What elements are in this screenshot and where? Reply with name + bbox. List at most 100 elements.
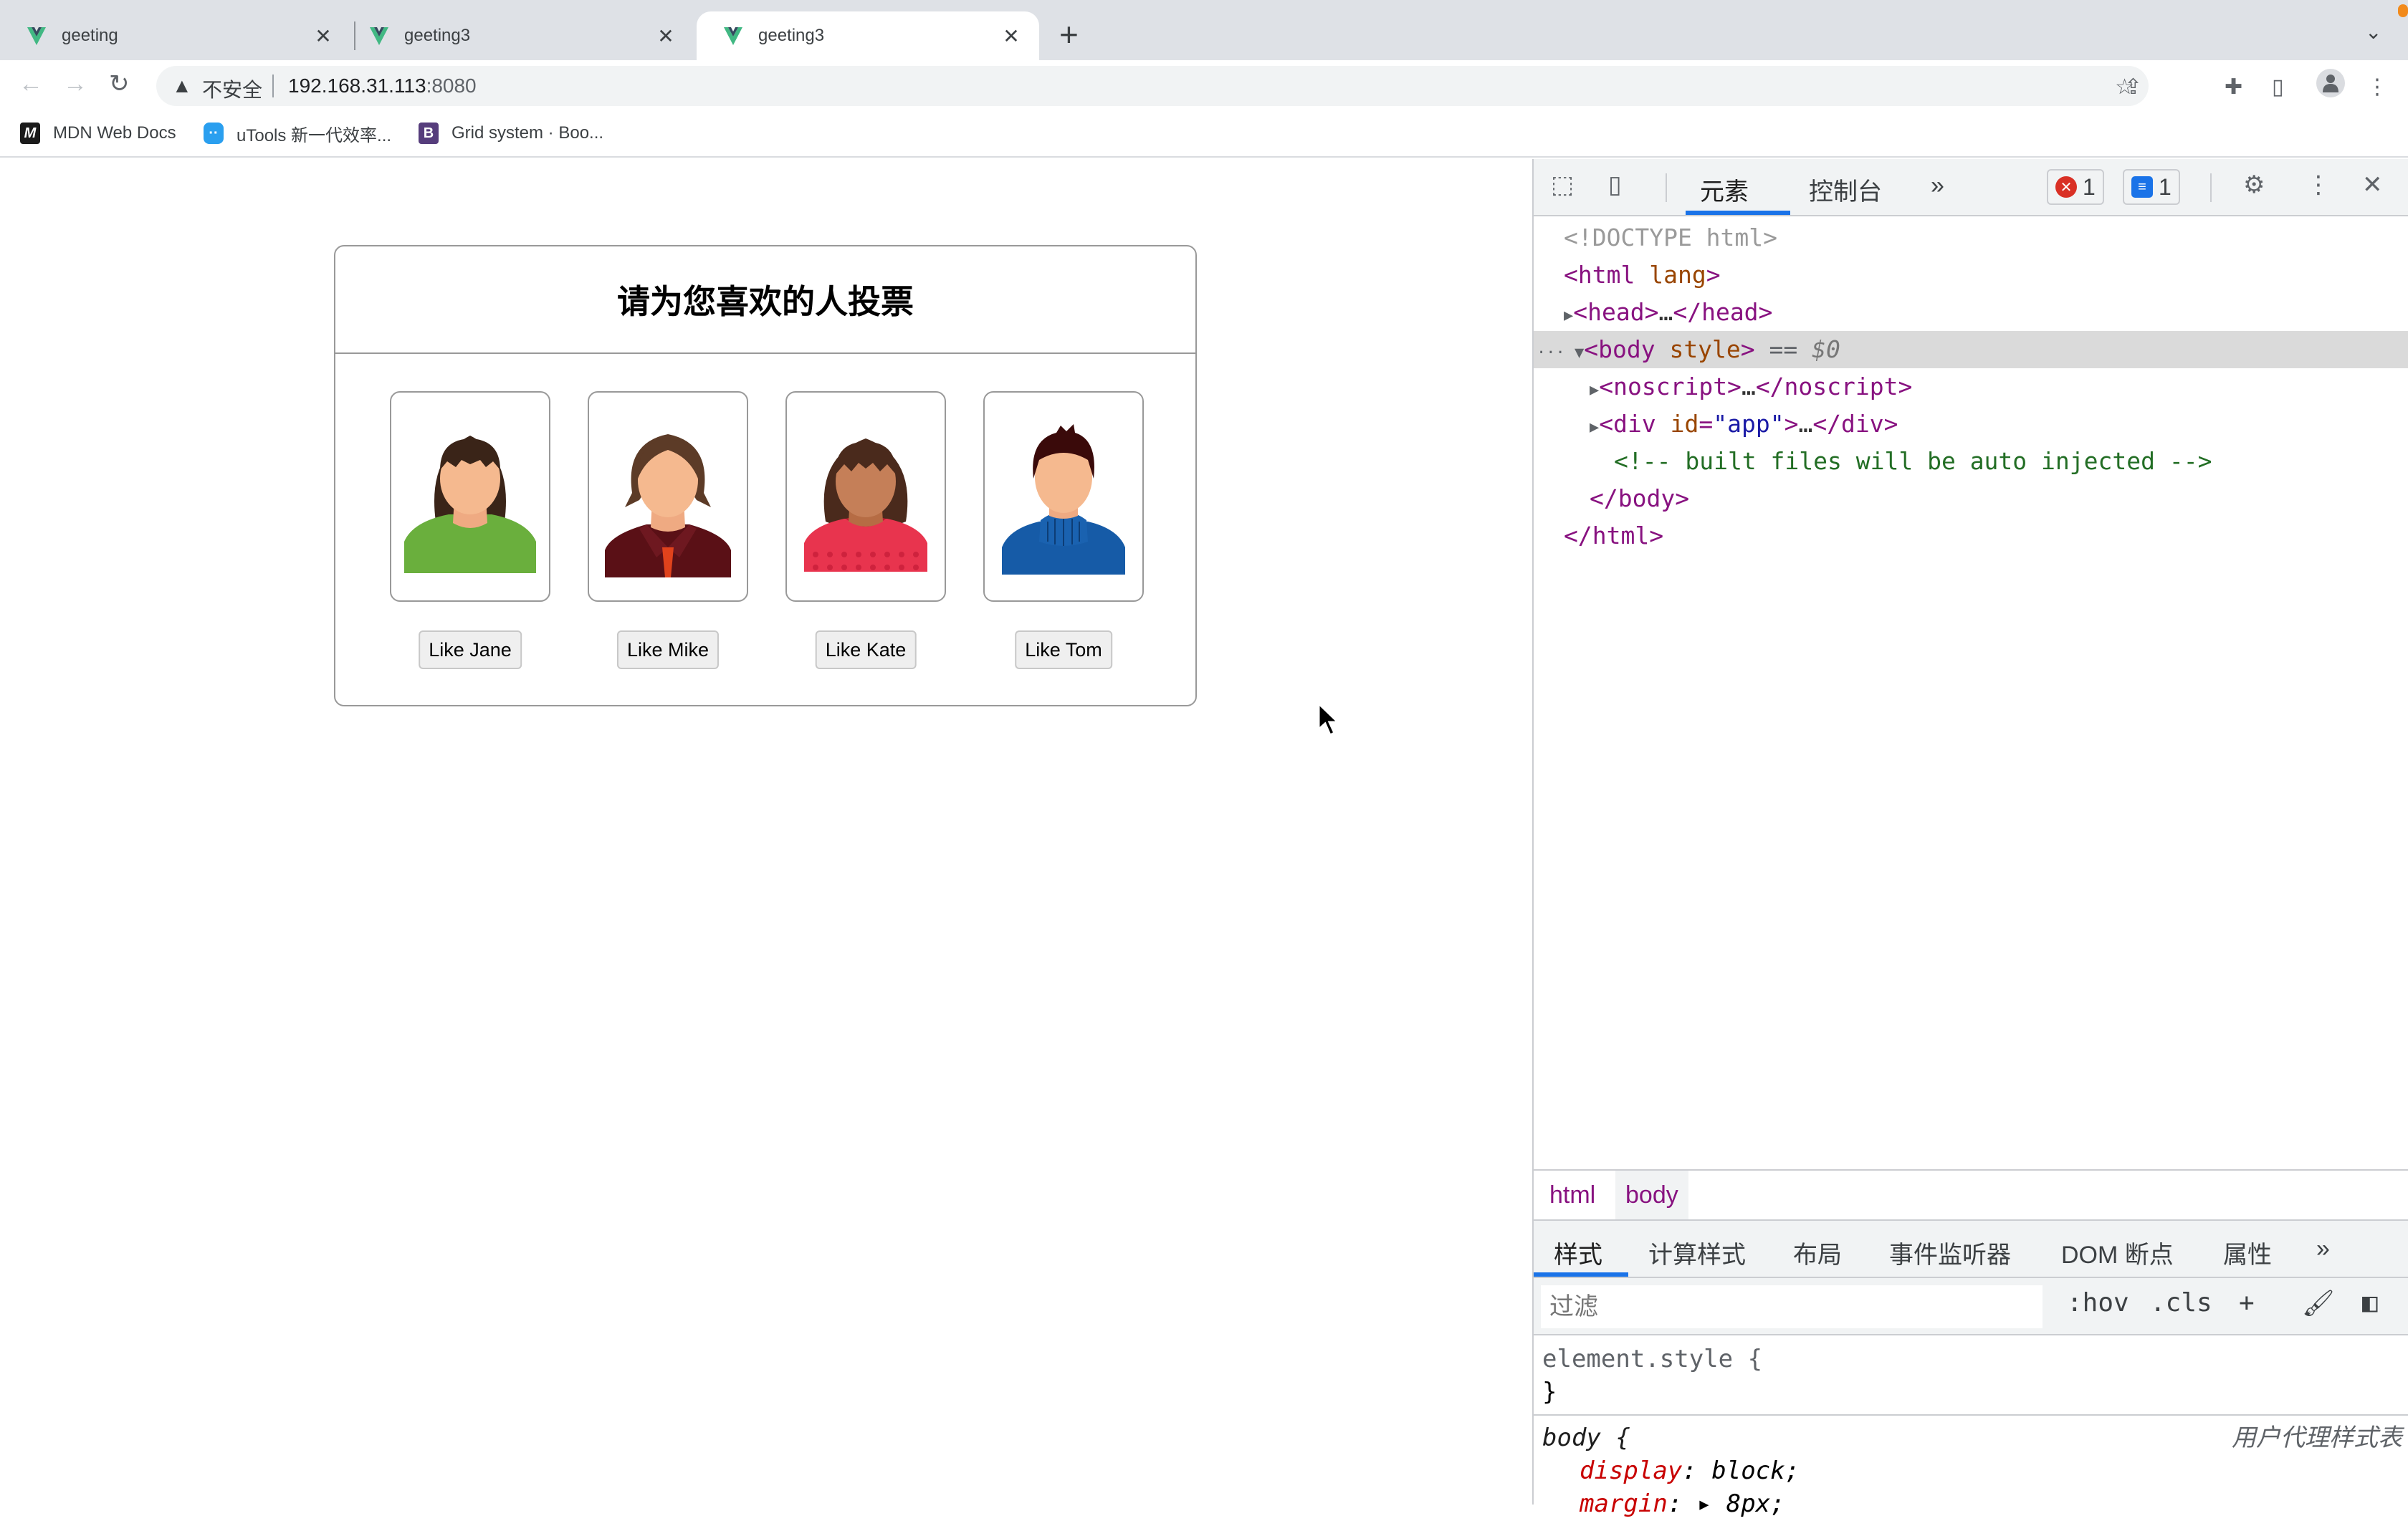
avatar-mike-icon bbox=[605, 434, 731, 577]
attr-name: style bbox=[1655, 335, 1741, 363]
tag-end: </noscript> bbox=[1755, 373, 1913, 400]
recording-indicator bbox=[2398, 4, 2408, 17]
bookmark-star-icon[interactable]: ☆ bbox=[2115, 75, 2134, 100]
devtools-panel: ⬚ ▯ 元素 控制台 » ✕ 1 ≡ 1 ⚙ ⋮ ✕ <!DOCTYPE htm… bbox=[1532, 159, 2408, 1518]
tab-elements[interactable]: 元素 bbox=[1700, 172, 1749, 207]
tab-properties[interactable]: 属性 bbox=[2223, 1235, 2272, 1270]
dom-tree: <!DOCTYPE html> <html lang> ▶<head>…</he… bbox=[1534, 219, 2408, 555]
ellipsis[interactable]: … bbox=[1742, 373, 1756, 400]
candidate-jane: Like Jane bbox=[390, 391, 550, 669]
address-bar[interactable]: ▲ 不安全 192.168.31.113:8080 ⇪ ☆ bbox=[156, 66, 2149, 106]
filter-input[interactable] bbox=[1541, 1285, 2042, 1328]
new-tab-button[interactable]: + bbox=[1059, 18, 1079, 51]
paint-brush-icon[interactable]: 🖌 bbox=[2302, 1288, 2335, 1318]
ellipsis[interactable]: … bbox=[1798, 410, 1812, 438]
page-title: 请为您喜欢的人投票 bbox=[335, 246, 1195, 354]
reload-icon[interactable]: ↻ bbox=[109, 70, 130, 97]
forward-arrow-icon[interactable]: → bbox=[63, 70, 87, 97]
close-tab-icon[interactable]: ✕ bbox=[654, 24, 678, 48]
attr-name: lang bbox=[1635, 261, 1706, 289]
url-text[interactable]: 192.168.31.113:8080 bbox=[288, 75, 477, 97]
expand-triangle-icon[interactable]: ▶ bbox=[1590, 381, 1599, 399]
bookmark-bootstrap[interactable]: B Grid system · Boo... bbox=[419, 122, 603, 145]
toggle-sidebar-icon[interactable]: ◧ bbox=[2362, 1288, 2378, 1318]
collapse-triangle-icon[interactable]: ▼ bbox=[1575, 344, 1584, 362]
inspect-element-icon[interactable]: ⬚ bbox=[1551, 171, 1574, 199]
cls-button[interactable]: .cls bbox=[2150, 1288, 2212, 1318]
hov-button[interactable]: :hov bbox=[2067, 1288, 2129, 1318]
avatar-jane-icon bbox=[404, 436, 536, 573]
css-declaration[interactable]: margin: ▸ 8px; bbox=[1542, 1487, 2399, 1520]
tab-styles[interactable]: 样式 bbox=[1554, 1235, 1602, 1270]
expand-triangle-icon[interactable]: ▶ bbox=[1590, 418, 1599, 436]
error-count-badge[interactable]: ✕ 1 bbox=[2047, 169, 2104, 205]
tab-event-listeners[interactable]: 事件监听器 bbox=[1889, 1235, 2011, 1270]
dom-node-noscript[interactable]: ▶<noscript>…</noscript> bbox=[1534, 368, 2408, 406]
bookmark-mdn[interactable]: M MDN Web Docs bbox=[20, 122, 176, 145]
dom-node-head[interactable]: ▶<head>…</head> bbox=[1534, 294, 2408, 331]
address-divider bbox=[272, 75, 274, 97]
rule-element-style: element.style { } bbox=[1534, 1337, 2408, 1416]
new-rule-plus-icon[interactable]: + bbox=[2239, 1288, 2255, 1318]
attr-eq: = bbox=[1698, 410, 1714, 438]
message-count-badge[interactable]: ≡ 1 bbox=[2123, 169, 2180, 205]
profile-avatar-icon[interactable] bbox=[2316, 69, 2345, 97]
extensions-puzzle-icon[interactable]: ✚ bbox=[2225, 75, 2242, 100]
tab-2[interactable]: geeting3 ✕ bbox=[343, 11, 694, 60]
dom-node-body-close[interactable]: </body> bbox=[1534, 480, 2408, 517]
like-tom-button[interactable]: Like Tom bbox=[1015, 630, 1112, 669]
styles-pane-tabs: 样式 计算样式 布局 事件监听器 DOM 断点 属性 » bbox=[1534, 1221, 2408, 1278]
user-agent-stylesheet-label: 用户代理样式表 bbox=[2232, 1424, 2402, 1451]
back-arrow-icon[interactable]: ← bbox=[19, 70, 43, 97]
dom-node-html-close[interactable]: </html> bbox=[1534, 517, 2408, 555]
tag-end: </head> bbox=[1673, 298, 1773, 326]
like-jane-button[interactable]: Like Jane bbox=[419, 630, 522, 669]
tab-computed[interactable]: 计算样式 bbox=[1648, 1235, 1746, 1270]
candidate-mike: Like Mike bbox=[588, 391, 748, 669]
candidate-kate: Like Kate bbox=[785, 391, 946, 669]
more-tabs-chevron-icon[interactable]: » bbox=[2316, 1235, 2330, 1263]
security-label[interactable]: 不安全 bbox=[202, 75, 262, 103]
tab-console[interactable]: 控制台 bbox=[1809, 172, 1882, 207]
ellipsis[interactable]: … bbox=[1658, 298, 1673, 326]
rule-selector[interactable]: element.style { bbox=[1542, 1343, 2399, 1376]
tab-dom-breakpoints[interactable]: DOM 断点 bbox=[2061, 1235, 2174, 1270]
tab-1[interactable]: geeting ✕ bbox=[0, 11, 351, 60]
close-devtools-icon[interactable]: ✕ bbox=[2362, 171, 2383, 199]
warning-icon[interactable]: ▲ bbox=[172, 75, 192, 97]
dom-node-html[interactable]: <html lang> bbox=[1534, 256, 2408, 294]
tag-close: > bbox=[1740, 335, 1755, 363]
side-panel-icon[interactable]: ▯ bbox=[2272, 75, 2284, 100]
vue-logo-icon bbox=[724, 27, 742, 45]
css-property: margin bbox=[1580, 1489, 1668, 1518]
tab-search-chevron-down-icon[interactable]: ⌄ bbox=[2365, 20, 2381, 44]
device-toolbar-icon[interactable]: ▯ bbox=[1608, 171, 1622, 199]
dom-node-body-selected[interactable]: ··· ▼<body style> == $0 bbox=[1534, 331, 2408, 368]
close-tab-icon[interactable]: ✕ bbox=[999, 24, 1023, 48]
more-dots-icon[interactable]: ··· bbox=[1537, 344, 1575, 362]
candidate-tom: Like Tom bbox=[983, 391, 1144, 669]
bookmark-label: Grid system · Boo... bbox=[452, 123, 604, 143]
breadcrumb-html[interactable]: html bbox=[1539, 1171, 1605, 1219]
dom-node-comment[interactable]: <!-- built files will be auto injected -… bbox=[1534, 443, 2408, 480]
tab-layout[interactable]: 布局 bbox=[1793, 1235, 1842, 1270]
devtools-menu-kebab-icon[interactable]: ⋮ bbox=[2306, 171, 2331, 199]
browser-menu-kebab-icon[interactable]: ⋮ bbox=[2366, 75, 2388, 100]
like-mike-button[interactable]: Like Mike bbox=[616, 630, 720, 669]
css-declaration[interactable]: display: block; bbox=[1542, 1454, 2399, 1487]
bootstrap-icon: B bbox=[419, 123, 439, 144]
close-tab-icon[interactable]: ✕ bbox=[311, 24, 335, 48]
more-tabs-chevron-icon[interactable]: » bbox=[1931, 172, 1944, 200]
avatar-tom-icon bbox=[1002, 424, 1125, 575]
tab-3-active[interactable]: geeting3 ✕ bbox=[697, 11, 1039, 60]
browser-toolbar: ← → ↻ ▲ 不安全 192.168.31.113:8080 ⇪ ☆ ✚ ▯ … bbox=[0, 60, 2408, 107]
bookmark-utools[interactable]: ·· uTools 新一代效率... bbox=[204, 122, 391, 145]
tag-end: </div> bbox=[1812, 410, 1898, 438]
dom-node-div-app[interactable]: ▶<div id="app">…</div> bbox=[1534, 406, 2408, 443]
candidate-photo bbox=[390, 391, 550, 602]
settings-gear-icon[interactable]: ⚙ bbox=[2243, 171, 2265, 199]
dom-node-doctype[interactable]: <!DOCTYPE html> bbox=[1534, 219, 2408, 256]
like-kate-button[interactable]: Like Kate bbox=[815, 630, 917, 669]
breadcrumb-body[interactable]: body bbox=[1615, 1171, 1688, 1219]
expand-triangle-icon[interactable]: ▶ bbox=[1564, 307, 1573, 325]
